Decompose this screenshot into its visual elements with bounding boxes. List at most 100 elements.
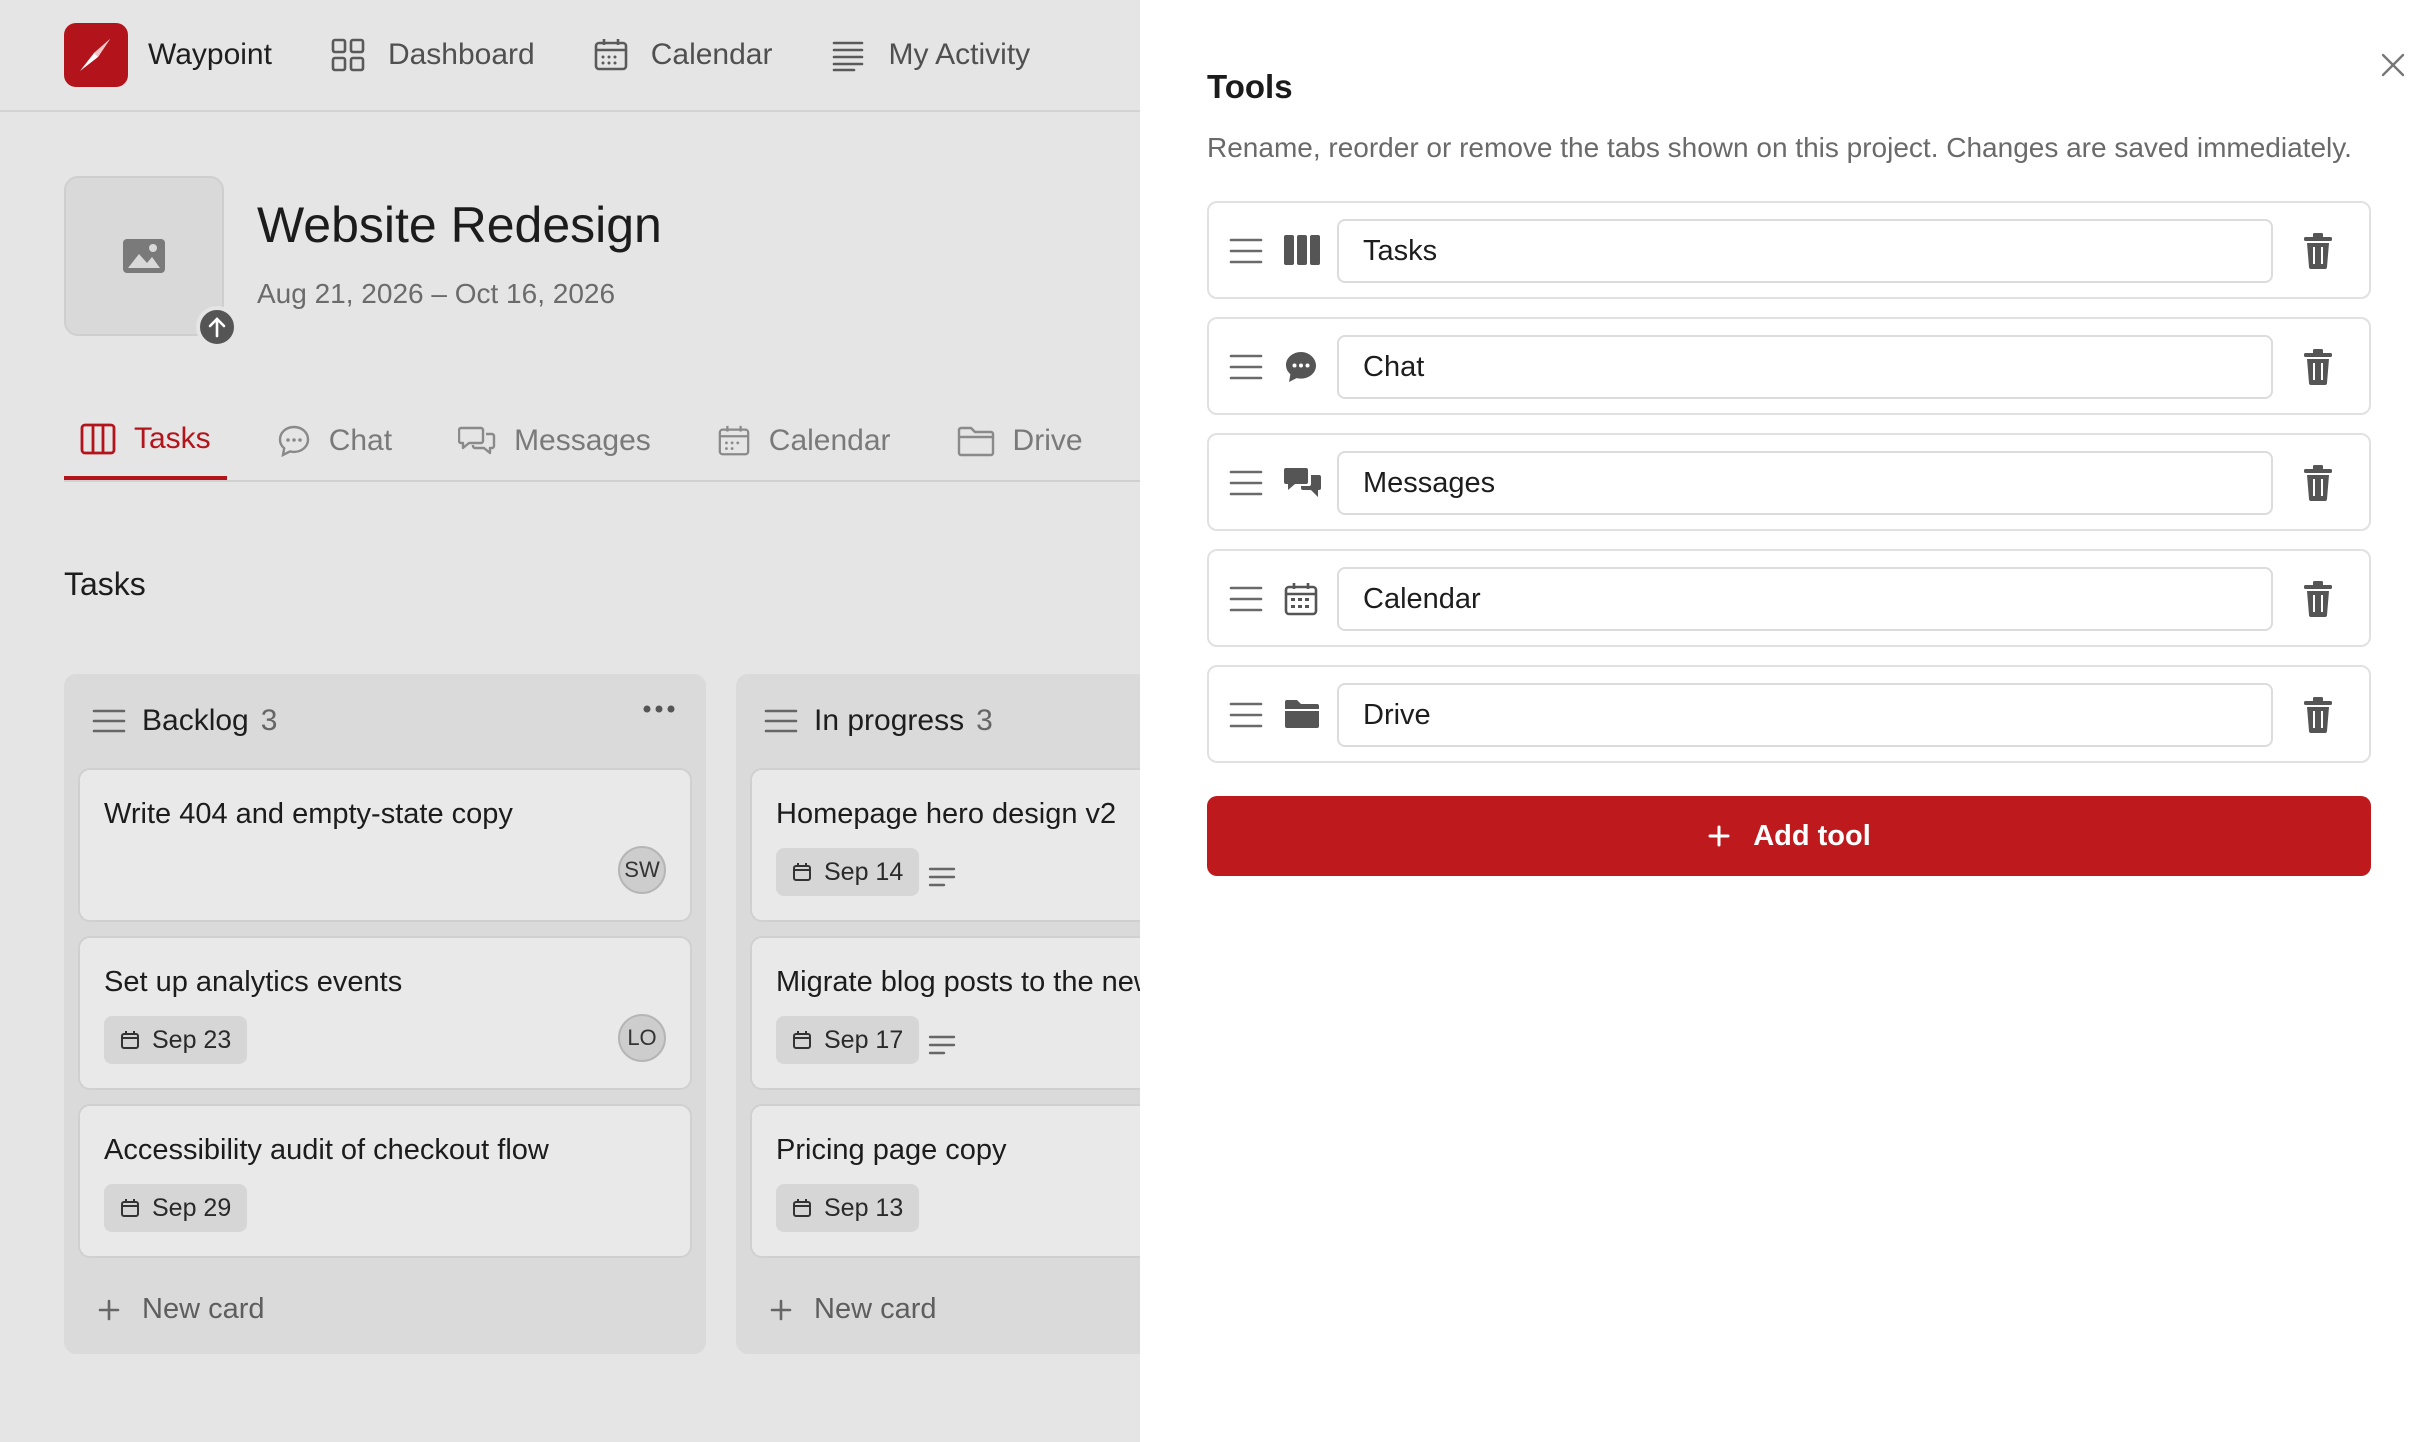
app-background: Waypoint Dashboard Calendar My Activity … [0, 0, 1140, 1442]
project-tabs: Tasks Chat Messages Calendar Drive [64, 410, 1140, 482]
tool-row [1207, 433, 2371, 531]
tab-tasks-label: Tasks [134, 422, 211, 455]
brand-name: Waypoint [148, 38, 272, 71]
nav-my-activity-label: My Activity [888, 38, 1031, 71]
trash-icon[interactable] [2303, 465, 2333, 501]
calendar-small-icon [793, 1031, 811, 1049]
avatar[interactable]: SW [618, 846, 666, 894]
tool-name-input[interactable] [1337, 335, 2273, 399]
folder-icon [1285, 700, 1319, 728]
tool-row [1207, 549, 2371, 647]
board-icon [80, 423, 116, 455]
compass-icon [80, 39, 110, 71]
task-card[interactable]: Pricing page copy Sep 13 [750, 1104, 1140, 1258]
board-icon [1284, 235, 1320, 265]
chat-icon [278, 425, 309, 458]
upload-image-button[interactable] [196, 306, 238, 348]
drawer-title: Tools [1207, 68, 1293, 105]
tab-drive-label: Drive [1012, 424, 1083, 457]
column-name: Backlog [142, 704, 249, 737]
task-card[interactable]: Set up analytics events Sep 23 LO [78, 936, 692, 1090]
app-logo[interactable] [64, 23, 128, 87]
top-nav: Waypoint Dashboard Calendar My Activity [0, 0, 1140, 112]
task-card[interactable]: Write 404 and empty-state copy SW [78, 768, 692, 922]
tab-chat[interactable]: Chat [261, 410, 408, 480]
tool-name-input[interactable] [1337, 219, 2273, 283]
arrow-up-icon [208, 317, 226, 338]
tools-drawer: Tools Rename, reorder or remove the tabs… [1140, 0, 2432, 1442]
card-title: Accessibility audit of checkout flow [104, 1134, 549, 1166]
calendar-small-icon [793, 863, 811, 881]
tab-drive[interactable]: Drive [941, 410, 1099, 480]
tab-tasks[interactable]: Tasks [64, 410, 227, 480]
due-date-badge: Sep 29 [104, 1184, 248, 1232]
plus-icon [770, 1299, 792, 1320]
plus-icon [98, 1299, 120, 1320]
column-header: Backlog 3 [64, 674, 706, 768]
trash-icon[interactable] [2303, 233, 2333, 269]
drag-handle-icon[interactable] [1229, 352, 1263, 382]
card-title: Homepage hero design v2 [776, 798, 1117, 830]
drag-handle-icon[interactable] [1229, 468, 1263, 498]
calendar-small-icon [121, 1199, 139, 1217]
drawer-description: Rename, reorder or remove the tabs shown… [1207, 132, 2352, 163]
trash-icon[interactable] [2303, 697, 2333, 733]
more-options-icon[interactable] [642, 704, 676, 714]
project-dates: Aug 21, 2026 – Oct 16, 2026 [257, 278, 616, 309]
nav-dashboard-label: Dashboard [387, 38, 535, 71]
add-tool-label: Add tool [1753, 819, 1871, 852]
trash-icon[interactable] [2303, 581, 2333, 617]
drag-handle-icon[interactable] [764, 707, 798, 735]
drag-handle-icon[interactable] [92, 707, 126, 735]
board-column-in-progress: In progress 3 Homepage hero design v2 Se… [736, 674, 1140, 1354]
tool-name-input[interactable] [1337, 567, 2273, 631]
project-image-placeholder[interactable] [64, 176, 238, 348]
tab-calendar[interactable]: Calendar [701, 410, 907, 480]
drag-handle-icon[interactable] [1229, 700, 1263, 730]
nav-calendar-label: Calendar [650, 38, 773, 71]
card-title: Migrate blog posts to the new CMS [776, 966, 1140, 998]
add-tool-button[interactable]: Add tool [1207, 796, 2371, 876]
drag-handle-icon[interactable] [1229, 236, 1263, 266]
due-date-text: Sep 29 [152, 1193, 232, 1222]
close-icon [2381, 53, 2405, 77]
tool-name-input[interactable] [1337, 451, 2273, 515]
image-icon [123, 239, 165, 273]
new-card-button[interactable]: New card [770, 1293, 937, 1326]
due-date-badge: Sep 17 [776, 1016, 920, 1064]
close-button[interactable] [2376, 48, 2410, 82]
nav-dashboard[interactable]: Dashboard [330, 37, 535, 73]
new-card-button[interactable]: New card [98, 1293, 265, 1326]
tool-row [1207, 201, 2371, 299]
board-column-backlog: Backlog 3 Write 404 and empty-state copy… [64, 674, 706, 1354]
nav-my-activity[interactable]: My Activity [830, 37, 1030, 73]
nav-calendar[interactable]: Calendar [593, 37, 773, 73]
trash-icon[interactable] [2303, 349, 2333, 385]
due-date-text: Sep 14 [824, 857, 904, 886]
description-icon [928, 867, 956, 887]
calendar-icon [718, 425, 750, 456]
column-header: In progress 3 [736, 674, 1140, 768]
tool-row [1207, 665, 2371, 763]
avatar[interactable]: LO [618, 1014, 666, 1062]
calendar-icon [1284, 583, 1318, 616]
new-card-label: New card [142, 1293, 265, 1325]
task-card[interactable]: Migrate blog posts to the new CMS Sep 17 [750, 936, 1140, 1090]
messages-icon [458, 426, 496, 455]
due-date-text: Sep 23 [152, 1025, 232, 1054]
task-card[interactable]: Homepage hero design v2 Sep 14 [750, 768, 1140, 922]
due-date-text: Sep 17 [824, 1025, 904, 1054]
drag-handle-icon[interactable] [1229, 584, 1263, 614]
tool-name-input[interactable] [1337, 683, 2273, 747]
calendar-small-icon [121, 1031, 139, 1049]
activity-list-icon [833, 41, 864, 72]
new-card-label: New card [814, 1293, 937, 1325]
tab-messages[interactable]: Messages [442, 410, 667, 480]
due-date-text: Sep 13 [824, 1193, 904, 1222]
board-title: Tasks [64, 566, 146, 602]
tool-row [1207, 317, 2371, 415]
card-title: Pricing page copy [776, 1134, 1007, 1166]
tab-chat-label: Chat [328, 424, 393, 457]
task-card[interactable]: Accessibility audit of checkout flow Sep… [78, 1104, 692, 1258]
plus-icon [1708, 825, 1730, 847]
